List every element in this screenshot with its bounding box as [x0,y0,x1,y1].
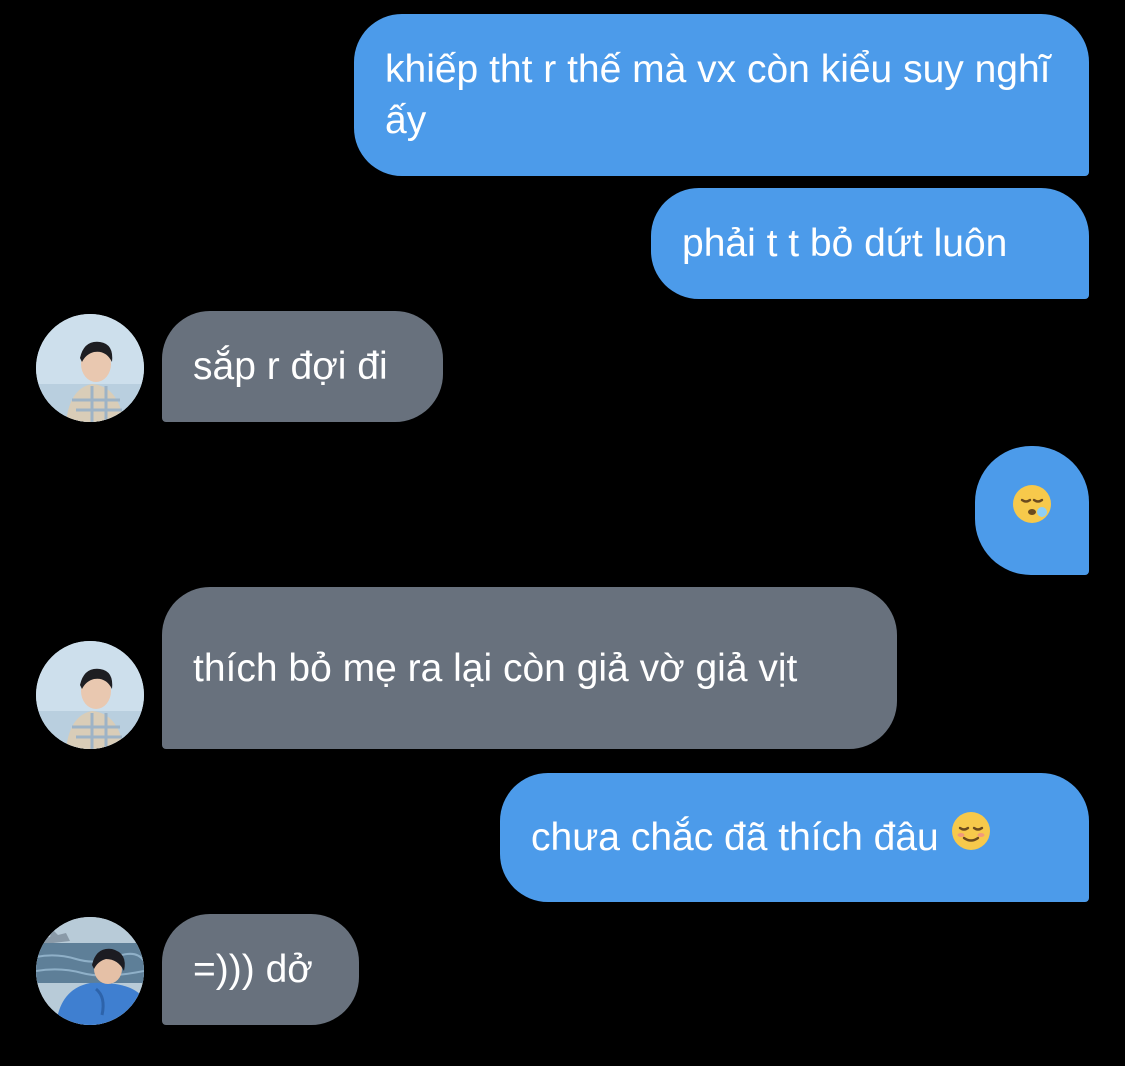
message-text: thích bỏ mẹ ra lại còn giả vờ giả vịt [193,646,798,690]
message-text: chưa chắc đã thích đâu [531,816,939,859]
message-bubble-outgoing[interactable]: chưa chắc đã thích đâu [500,773,1089,902]
message-bubble-incoming[interactable]: thích bỏ mẹ ra lại còn giả vờ giả vịt [162,587,897,749]
contact-avatar[interactable] [36,917,144,1025]
message-bubble-incoming[interactable]: =))) dở [162,914,359,1025]
message-text: phải t t bỏ dứt luôn [682,222,1008,265]
message-text: sắp r đợi đi [193,345,388,388]
contact-avatar[interactable] [36,641,144,749]
contact-avatar[interactable] [36,314,144,422]
message-text: =))) dở [193,948,313,991]
message-bubble-outgoing[interactable]: khiếp tht r thế mà vx còn kiểu suy nghĩ … [354,14,1089,176]
message-bubble-outgoing[interactable] [975,446,1089,575]
sleepy-face-emoji [1012,484,1052,537]
message-text: khiếp tht r thế mà vx còn kiểu suy nghĩ … [385,48,1051,142]
message-bubble-incoming[interactable]: sắp r đợi đi [162,311,443,422]
message-bubble-outgoing[interactable]: phải t t bỏ dứt luôn [651,188,1089,299]
relieved-face-emoji [951,811,991,864]
